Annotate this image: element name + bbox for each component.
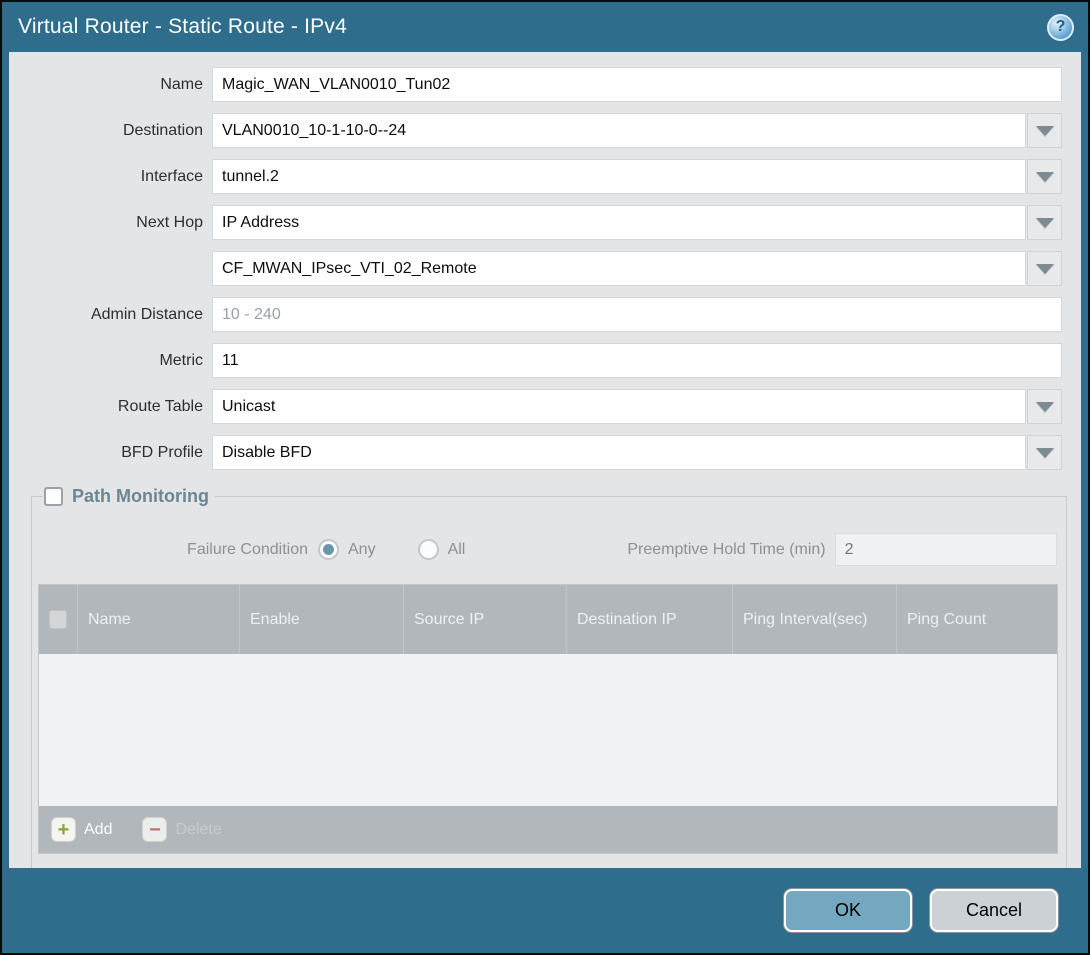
dialog-titlebar: Virtual Router - Static Route - IPv4 ? <box>2 2 1088 52</box>
preemptive-hold-label: Preemptive Hold Time (min) <box>627 541 825 559</box>
failure-condition-radios: Any All <box>318 539 507 560</box>
next-hop-address-row <box>9 251 1062 286</box>
name-row: Name <box>9 67 1062 102</box>
metric-row: Metric <box>9 343 1062 378</box>
bfd-profile-row: BFD Profile <box>9 435 1062 470</box>
bfd-profile-label: BFD Profile <box>9 444 212 462</box>
radio-all <box>418 539 439 560</box>
path-monitoring-title: Path Monitoring <box>72 486 209 507</box>
path-monitoring-controls: Failure Condition Any All Preemptive Hol… <box>40 533 1058 566</box>
chevron-down-icon <box>1036 264 1054 274</box>
next-hop-row: Next Hop <box>9 205 1062 240</box>
route-table-row: Route Table <box>9 389 1062 424</box>
route-form: Name Destination Interface <box>9 52 1081 470</box>
next-hop-label: Next Hop <box>9 214 212 232</box>
column-header-enable: Enable <box>239 585 403 654</box>
dialog-title: Virtual Router - Static Route - IPv4 <box>18 15 347 39</box>
select-all-checkbox <box>49 610 67 629</box>
path-monitoring-checkbox[interactable] <box>44 487 63 506</box>
table-header-checkbox-cell <box>39 585 77 654</box>
path-monitoring-section: Path Monitoring Failure Condition Any Al… <box>31 486 1067 868</box>
next-hop-address-input[interactable] <box>212 251 1026 286</box>
help-icon[interactable]: ? <box>1047 14 1074 41</box>
chevron-down-icon <box>1036 402 1054 412</box>
admin-distance-input[interactable] <box>212 297 1062 332</box>
static-route-dialog: Virtual Router - Static Route - IPv4 ? N… <box>0 0 1090 955</box>
dialog-content: Name Destination Interface <box>9 52 1081 868</box>
column-header-ping-interval: Ping Interval(sec) <box>732 585 896 654</box>
table-body-empty <box>39 654 1057 806</box>
interface-label: Interface <box>9 168 212 186</box>
radio-any-label: Any <box>348 541 376 559</box>
path-monitoring-table: Name Enable Source IP Destination IP Pin… <box>38 584 1058 854</box>
next-hop-dropdown-button[interactable] <box>1027 205 1062 240</box>
cancel-button[interactable]: Cancel <box>930 889 1058 932</box>
next-hop-type-input[interactable] <box>212 205 1026 240</box>
destination-input[interactable] <box>212 113 1026 148</box>
route-table-dropdown-button[interactable] <box>1027 389 1062 424</box>
plus-icon: + <box>51 817 76 842</box>
chevron-down-icon <box>1036 172 1054 182</box>
name-input[interactable] <box>212 67 1062 102</box>
interface-dropdown-button[interactable] <box>1027 159 1062 194</box>
destination-dropdown-button[interactable] <box>1027 113 1062 148</box>
next-hop-address-dropdown-button[interactable] <box>1027 251 1062 286</box>
bfd-profile-dropdown-button[interactable] <box>1027 435 1062 470</box>
destination-row: Destination <box>9 113 1062 148</box>
bfd-profile-input[interactable] <box>212 435 1026 470</box>
name-label: Name <box>9 76 212 94</box>
preemptive-hold-input <box>835 533 1057 566</box>
table-action-bar: + Add − Delete <box>39 806 1057 853</box>
delete-button: − Delete <box>142 817 221 842</box>
column-header-destination-ip: Destination IP <box>566 585 732 654</box>
chevron-down-icon <box>1036 448 1054 458</box>
column-header-name: Name <box>77 585 239 654</box>
column-header-ping-count: Ping Count <box>896 585 1057 654</box>
metric-label: Metric <box>9 352 212 370</box>
radio-all-label: All <box>448 541 466 559</box>
interface-row: Interface <box>9 159 1062 194</box>
route-table-label: Route Table <box>9 398 212 416</box>
chevron-down-icon <box>1036 126 1054 136</box>
minus-icon: − <box>142 817 167 842</box>
admin-distance-row: Admin Distance <box>9 297 1062 332</box>
column-header-source-ip: Source IP <box>403 585 566 654</box>
admin-distance-label: Admin Distance <box>9 306 212 324</box>
route-table-input[interactable] <box>212 389 1026 424</box>
table-header: Name Enable Source IP Destination IP Pin… <box>39 585 1057 654</box>
interface-input[interactable] <box>212 159 1026 194</box>
destination-label: Destination <box>9 122 212 140</box>
chevron-down-icon <box>1036 218 1054 228</box>
ok-button[interactable]: OK <box>784 889 912 932</box>
dialog-footer: OK Cancel <box>2 868 1088 953</box>
failure-condition-label: Failure Condition <box>40 541 318 559</box>
metric-input[interactable] <box>212 343 1062 378</box>
radio-any <box>318 539 339 560</box>
add-button[interactable]: + Add <box>51 817 112 842</box>
path-monitoring-legend: Path Monitoring <box>42 486 215 507</box>
